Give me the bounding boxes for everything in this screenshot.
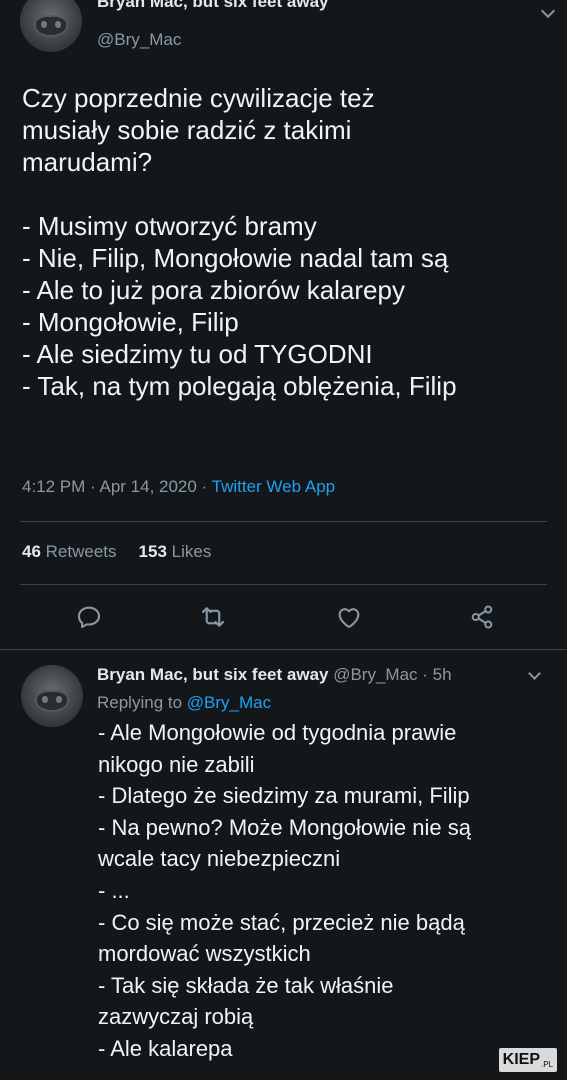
tweet-text-line: - Musimy otworzyć bramy [22,211,317,241]
tweet-text-line: - Tak, na tym polegają oblężenia, Filip [22,371,457,401]
retweets-label: Retweets [45,542,117,561]
tweet-text-line: - Ale siedzimy tu od TYGODNI [22,339,373,369]
tweet-text-line: - Ale to już pora zbiorów kalarepy [22,275,405,305]
tweet-timestamp[interactable]: 4:12 PM · Apr 14, 2020 · [22,477,212,496]
reply-text-line: - Co się może stać, przecież nie bądą [98,909,465,935]
author-name[interactable]: Bryan Mac, but six feet away [97,0,328,12]
gas-mask-icon [34,689,70,713]
tweet-text-line [22,178,552,210]
retweet-icon[interactable] [198,602,228,632]
retweets-count: 46 [22,542,41,561]
likes-count: 153 [138,542,167,561]
watermark-brand: KIEP [502,1051,540,1068]
tweet-header: Bryan Mac, but six feet away @Bry_Mac [0,0,567,70]
reply-text: - Ale Mongołowie od tygodnia prawie nikog… [98,717,558,1065]
author-avatar[interactable] [20,0,82,52]
divider [0,649,567,650]
reply-icon[interactable] [74,602,104,632]
replying-to: Replying to @Bry_Mac [97,693,271,713]
tweet-text: Czy poprzednie cywilizacje też musiały so… [22,82,552,402]
like-icon[interactable] [334,602,364,632]
reply-author-name[interactable]: Bryan Mac, but six feet away [97,665,328,684]
reply-author-avatar[interactable] [21,665,83,727]
replying-mention[interactable]: @Bry_Mac [187,693,271,712]
reply-tweet[interactable]: Bryan Mac, but six feet away @Bry_Mac · … [0,655,567,1080]
tweet-text-line: - Nie, Filip, Mongołowie nadal tam są [22,243,449,273]
tweet-stats: 46 Retweets 153 Likes [22,542,211,562]
watermark-suffix: .PL [540,1060,553,1069]
reply-text-line: - Tak się składa że tak właśnie [98,972,394,998]
tweet-text-line: musiały sobie radzić z takimi [22,115,352,145]
reply-author-handle[interactable]: @Bry_Mac · 5h [328,665,451,684]
reply-text-line: mordować wszystkich [98,941,311,967]
reply-header: Bryan Mac, but six feet away @Bry_Mac · … [97,665,452,685]
author-handle[interactable]: @Bry_Mac [97,30,181,50]
tweet-text-line: Czy poprzednie cywilizacje też [22,83,375,113]
chevron-down-icon[interactable] [540,3,556,19]
share-icon[interactable] [467,602,497,632]
replying-prefix: Replying to [97,693,187,712]
reply-text-line: - Dlatego że siedzimy za murami, Filip [98,783,470,809]
gas-mask-icon [33,14,69,38]
reply-text-line: zazwyczaj robią [98,1004,254,1030]
tweet-actions [0,602,567,638]
reply-text-line: - Ale Mongołowie od tygodnia prawie [98,720,457,745]
chevron-down-icon[interactable] [528,667,541,680]
reply-text-line: nikogo nie zabili [98,751,255,777]
likes-stat[interactable]: 153 Likes [139,542,212,561]
retweets-stat[interactable]: 46 Retweets [22,542,117,561]
reply-text-line: - ... [98,877,130,903]
source-app-link[interactable]: Twitter Web App [212,477,335,496]
reply-text-line: wcale tacy niebezpieczni [98,846,341,872]
tweet-meta: 4:12 PM · Apr 14, 2020 · Twitter Web App [22,477,335,497]
likes-label: Likes [171,542,212,561]
site-watermark-logo: KIEP .PL [498,1048,557,1072]
tweet-text-line: - Mongołowie, Filip [22,307,239,337]
divider [20,584,547,585]
divider [20,521,547,522]
tweet-text-line: marudami? [22,147,153,177]
reply-text-line: - Ale kalarepa [98,1035,233,1061]
reply-text-line: - Na pewno? Może Mongołowie nie są [98,814,471,840]
